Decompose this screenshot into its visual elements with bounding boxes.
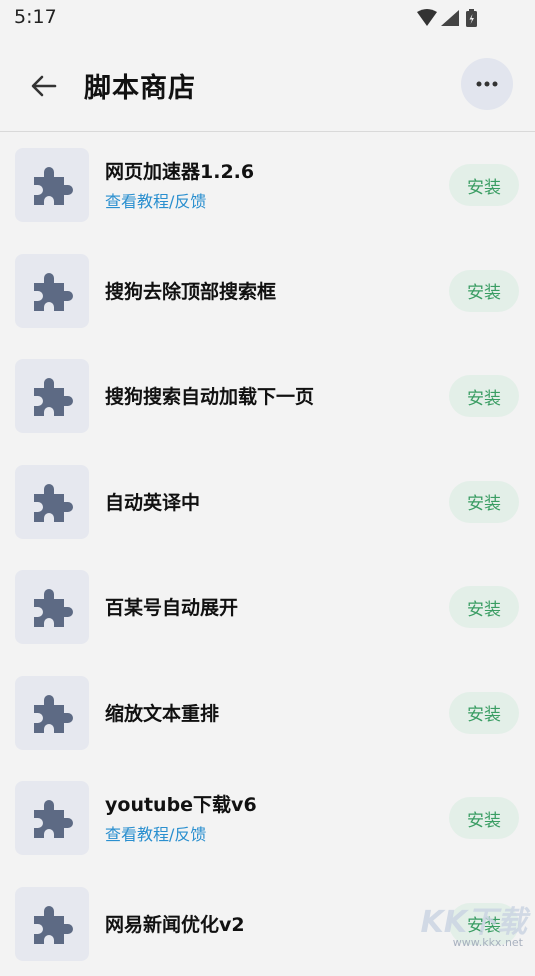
item-title: 缩放文本重排 xyxy=(105,699,219,726)
list-item[interactable]: 缩放文本重排 安装 xyxy=(0,660,535,766)
signal-icon xyxy=(441,10,459,26)
script-list: 网页加速器1.2.6 查看教程/反馈 安装 搜狗去除顶部搜索框 安装 搜狗搜索自… xyxy=(0,132,535,976)
watermark-text: KK下载 xyxy=(421,897,528,941)
tutorial-feedback-link[interactable]: 查看教程/反馈 xyxy=(105,821,257,845)
item-text: 百某号自动展开 xyxy=(105,554,238,660)
more-horizontal-icon xyxy=(476,81,498,87)
puzzle-icon xyxy=(15,570,89,644)
install-button[interactable]: 安装 xyxy=(449,481,519,523)
item-title: 自动英译中 xyxy=(105,488,200,515)
item-title: youtube下载v6 xyxy=(105,790,257,817)
battery-icon xyxy=(466,9,477,27)
item-title: 百某号自动展开 xyxy=(105,593,238,620)
list-item[interactable]: 百某号自动展开 安装 xyxy=(0,554,535,660)
install-button[interactable]: 安装 xyxy=(449,375,519,417)
wifi-icon xyxy=(417,9,437,26)
item-text: youtube下载v6 查看教程/反馈 xyxy=(105,765,257,871)
install-button[interactable]: 安装 xyxy=(449,164,519,206)
puzzle-icon xyxy=(15,148,89,222)
puzzle-icon xyxy=(15,781,89,855)
list-item[interactable]: 网页加速器1.2.6 查看教程/反馈 安装 xyxy=(0,132,535,238)
item-text: 搜狗搜索自动加载下一页 xyxy=(105,343,314,449)
item-title: 搜狗去除顶部搜索框 xyxy=(105,277,276,304)
puzzle-icon xyxy=(15,465,89,539)
list-item[interactable]: 搜狗去除顶部搜索框 安装 xyxy=(0,238,535,344)
list-item[interactable]: youtube下载v6 查看教程/反馈 安装 xyxy=(0,765,535,871)
app-bar: 脚本商店 xyxy=(0,36,535,132)
item-title: 网页加速器1.2.6 xyxy=(105,157,254,184)
install-button[interactable]: 安装 xyxy=(449,797,519,839)
item-text: 网易新闻优化v2 xyxy=(105,871,245,976)
list-item[interactable]: 搜狗搜索自动加载下一页 安装 xyxy=(0,343,535,449)
watermark: KK下载 www.kkx.net xyxy=(413,897,531,949)
item-text: 网页加速器1.2.6 查看教程/反馈 xyxy=(105,132,254,238)
list-item[interactable]: 自动英译中 安装 xyxy=(0,449,535,555)
item-title: 搜狗搜索自动加载下一页 xyxy=(105,382,314,409)
watermark-url: www.kkx.net xyxy=(453,936,523,949)
more-options-button[interactable] xyxy=(461,58,513,110)
puzzle-icon xyxy=(15,676,89,750)
status-time: 5:17 xyxy=(14,6,57,28)
arrow-left-icon xyxy=(31,75,57,97)
item-title: 网易新闻优化v2 xyxy=(105,910,245,937)
status-icons xyxy=(415,8,495,28)
puzzle-icon xyxy=(15,887,89,961)
page-title: 脚本商店 xyxy=(84,66,196,105)
status-bar: 5:17 xyxy=(0,0,535,36)
install-button[interactable]: 安装 xyxy=(449,270,519,312)
back-button[interactable] xyxy=(22,66,66,106)
tutorial-feedback-link[interactable]: 查看教程/反馈 xyxy=(105,188,254,212)
install-button[interactable]: 安装 xyxy=(449,692,519,734)
item-text: 搜狗去除顶部搜索框 xyxy=(105,238,276,344)
install-button[interactable]: 安装 xyxy=(449,586,519,628)
item-text: 缩放文本重排 xyxy=(105,660,219,766)
item-text: 自动英译中 xyxy=(105,449,200,555)
puzzle-icon xyxy=(15,254,89,328)
puzzle-icon xyxy=(15,359,89,433)
